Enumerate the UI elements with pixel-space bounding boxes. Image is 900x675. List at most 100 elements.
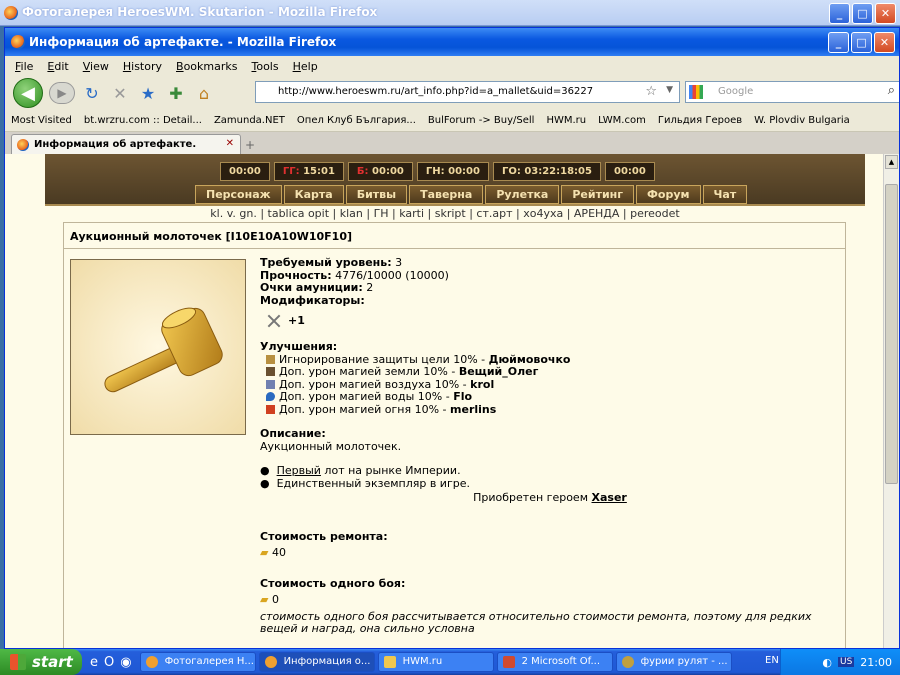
taskbar: start e O ◉ Фотогалерея Н... Информация … [0, 649, 900, 675]
background-window-title: Фотогалерея HeroesWM. Skutarion - Mozill… [22, 5, 378, 19]
quick-launch: e O ◉ [82, 655, 140, 670]
game-menu-roulette[interactable]: Рулетка [485, 185, 560, 204]
vertical-scrollbar[interactable]: ▲ [883, 154, 899, 648]
bookmark-guild[interactable]: Гильдия Героев [658, 115, 742, 126]
stop-icon[interactable]: ✕ [109, 82, 131, 104]
bookmark-most-visited[interactable]: Most Visited [11, 115, 72, 126]
url-bar[interactable]: http://www.heroeswm.ru/art_info.php?id=a… [255, 81, 680, 103]
acquired-row: Приобретен героем Xaser [473, 491, 627, 504]
battle-cost-note: стоимость одного боя рассчитывается отно… [260, 609, 812, 635]
windows-flag-icon [10, 654, 26, 670]
clock[interactable]: 21:00 [860, 656, 892, 669]
opera-icon[interactable]: O [104, 655, 114, 670]
description-text: Аукционный молоточек. [260, 439, 402, 453]
firefox-launch-icon[interactable]: ◉ [120, 655, 131, 670]
url-text: http://www.heroeswm.ru/art_info.php?id=a… [278, 86, 594, 97]
menu-file[interactable]: File [15, 60, 33, 73]
ie-icon[interactable]: e [90, 655, 98, 670]
firefox-icon [4, 6, 18, 20]
start-button[interactable]: start [0, 649, 82, 675]
tab-favicon-icon [17, 139, 29, 151]
reload-icon[interactable]: ↻ [81, 82, 103, 104]
search-input[interactable]: Google ⌕ [685, 81, 899, 103]
search-icon[interactable]: ⌕ [888, 83, 895, 98]
folder-icon [383, 656, 396, 668]
system-tray: ◐ US 21:00 [780, 649, 900, 675]
minimize-button[interactable]: _ [828, 32, 849, 53]
task-office[interactable]: 2 Microsoft Of... [496, 652, 613, 672]
home-icon[interactable]: ⌂ [193, 82, 215, 104]
armor-pierce-icon [266, 354, 275, 364]
office-icon [502, 656, 515, 668]
menu-bar: File Edit View History Bookmarks Tools H… [5, 56, 899, 76]
bookmark-opel-club[interactable]: Опел Клуб България... [297, 115, 416, 126]
window-title: Информация об артефакте. - Mozilla Firef… [29, 35, 337, 49]
gold-icon: ▰ [260, 593, 269, 606]
menu-history[interactable]: History [123, 60, 162, 73]
menu-help[interactable]: Help [293, 60, 318, 73]
background-window-titlebar[interactable]: Фотогалерея HeroesWM. Skutarion - Mozill… [0, 0, 900, 26]
bookmarks-toolbar: Most Visited bt.wrzru.com :: Detail... Z… [5, 110, 899, 132]
task-photo-gallery[interactable]: Фотогалерея Н... [139, 652, 256, 672]
game-menu-battles[interactable]: Битвы [345, 185, 408, 204]
firefox-icon [11, 35, 25, 49]
window-controls: _ □ ✕ [828, 32, 895, 53]
menu-view[interactable]: View [83, 60, 109, 73]
game-header-banner: 00:00 ГГ: 15:01 Б: 00:00 ГН: 00:00 ГО: 0… [45, 154, 865, 206]
forward-button[interactable]: ▶ [49, 82, 75, 104]
google-icon[interactable] [689, 85, 703, 99]
game-menu-character[interactable]: Персонаж [195, 185, 282, 204]
acquired-by-link[interactable]: Xaser [592, 491, 627, 504]
repair-row: ▰ 40 [260, 546, 286, 559]
star-icon[interactable]: ☆ [645, 84, 657, 99]
timer-gg: ГГ: 15:01 [273, 162, 344, 181]
tab-label: Информация об артефакте. [34, 139, 197, 150]
tab-artifact-info[interactable]: Информация об артефакте. ✕ [11, 134, 241, 156]
task-artifact-info[interactable]: Информация о... [258, 652, 375, 672]
keyboard-layout[interactable]: US [837, 657, 855, 667]
tab-strip: Информация об артефакте. ✕ + [5, 132, 899, 156]
game-menu: Персонаж Карта Битвы Таверна Рулетка Рей… [195, 185, 748, 204]
menu-edit[interactable]: Edit [47, 60, 68, 73]
bookmark-bt-wrzru[interactable]: bt.wrzru.com :: Detail... [84, 115, 202, 126]
timer-go: ГО: 03:22:18:05 [492, 162, 601, 181]
close-button[interactable]: ✕ [874, 32, 895, 53]
bookmark-hwm[interactable]: HWM.ru [546, 115, 586, 126]
artifact-panel: Аукционный молоточек [I10E10A10W10F10] Т… [63, 222, 846, 648]
language-indicator[interactable]: EN [765, 655, 779, 666]
bookmark-zamunda[interactable]: Zamunda.NET [214, 115, 285, 126]
window-titlebar[interactable]: Информация об артефакте. - Mozilla Firef… [5, 28, 899, 56]
bookmark-bulforum[interactable]: BulForum -> Buy/Sell [428, 115, 535, 126]
quick-links[interactable]: kl. v. gn. | tablica opit | klan | ГН | … [5, 207, 885, 220]
game-menu-map[interactable]: Карта [283, 185, 344, 204]
menu-tools[interactable]: Tools [251, 60, 278, 73]
menu-bookmarks[interactable]: Bookmarks [176, 60, 237, 73]
minimize-button[interactable]: _ [829, 3, 850, 24]
chevron-down-icon[interactable]: ▼ [666, 85, 673, 95]
repair-label: Стоимость ремонта: [260, 529, 388, 543]
add-bookmark-icon[interactable]: ✚ [165, 82, 187, 104]
task-hwm[interactable]: HWM.ru [377, 652, 494, 672]
back-button[interactable]: ◀ [13, 78, 43, 108]
game-menu-rating[interactable]: Рейтинг [561, 185, 635, 204]
first-lot-link[interactable]: Первый [277, 464, 321, 477]
tab-close-icon[interactable]: ✕ [226, 138, 234, 149]
timers-bar: 00:00 ГГ: 15:01 Б: 00:00 ГН: 00:00 ГО: 0… [220, 162, 655, 181]
close-button[interactable]: ✕ [875, 3, 896, 24]
new-tab-icon[interactable]: + [245, 138, 255, 152]
modifier-row: +1 [266, 313, 840, 329]
tray-icon[interactable]: ◐ [822, 656, 832, 669]
game-menu-forum[interactable]: Форум [636, 185, 701, 204]
bookmark-page-icon[interactable]: ★ [137, 82, 159, 104]
game-menu-tavern[interactable]: Таверна [409, 185, 484, 204]
task-furies[interactable]: фурии рулят - ... [615, 652, 732, 672]
bookmark-lwm[interactable]: LWM.com [598, 115, 646, 126]
scrollbar-thumb[interactable] [885, 184, 898, 484]
scroll-up-icon[interactable]: ▲ [885, 155, 898, 169]
bookmark-plovdiv[interactable]: W. Plovdiv Bulgaria [754, 115, 850, 126]
restore-button[interactable]: □ [851, 32, 872, 53]
game-menu-chat[interactable]: Чат [702, 185, 748, 204]
gold-icon: ▰ [260, 546, 269, 559]
maximize-button[interactable]: □ [852, 3, 873, 24]
firefox-icon [145, 656, 158, 668]
